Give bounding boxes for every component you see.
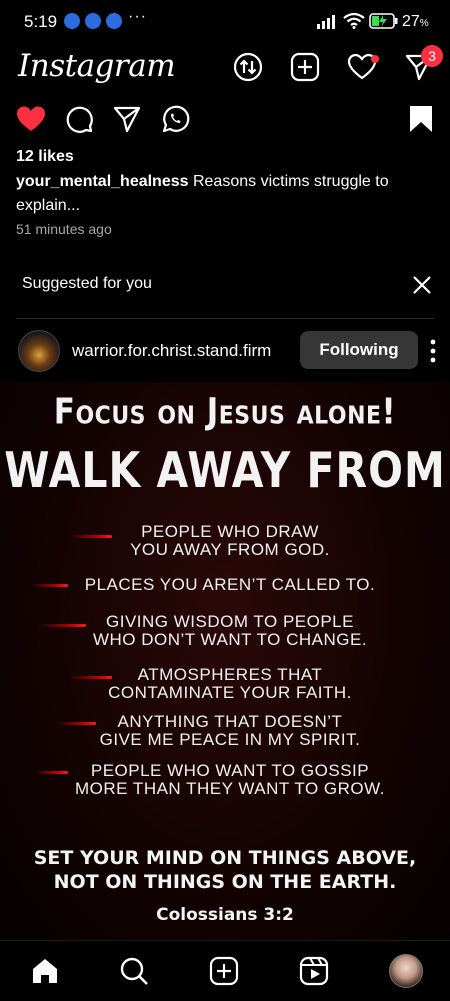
- list-item: ANYTHING THAT DOESN’T GIVE ME PEACE IN MY…: [30, 713, 430, 749]
- suggested-avatar[interactable]: [18, 330, 60, 372]
- image-headline: WALK AWAY FROM: [4, 441, 446, 499]
- following-button[interactable]: Following: [300, 331, 418, 369]
- list-item: GIVING WISDOM TO PEOPLE WHO DON’T WANT TO…: [30, 613, 430, 649]
- close-icon[interactable]: [410, 273, 434, 297]
- suggested-username[interactable]: warrior.for.christ.stand.firm: [72, 341, 271, 361]
- direct-badge: 3: [421, 45, 443, 67]
- battery-level: 27%: [402, 13, 429, 31]
- caption-username[interactable]: your_mental_healness: [16, 173, 189, 190]
- swap-icon[interactable]: [233, 52, 263, 82]
- instagram-logo[interactable]: Instagram: [18, 48, 176, 84]
- wifi-icon: [343, 12, 365, 29]
- activity-dot: [371, 55, 379, 63]
- list-item: PEOPLE WHO DRAW YOU AWAY FROM GOD.: [30, 523, 430, 559]
- status-notification-icons: [64, 13, 122, 29]
- verse-line: NOT ON THINGS ON THE EARTH.: [53, 871, 397, 893]
- new-post-icon[interactable]: [290, 52, 320, 82]
- status-bar: 5:19 ··· 27%: [0, 0, 450, 44]
- more-icon[interactable]: [427, 338, 439, 364]
- status-more-dots: ···: [128, 8, 147, 25]
- list-item-line: ANYTHING THAT DOESN’T: [117, 712, 343, 731]
- list-item-line: ATMOSPHERES THAT: [137, 665, 323, 684]
- bookmark-icon[interactable]: [406, 104, 436, 134]
- list-item-line: GIVING WISDOM TO PEOPLE: [106, 612, 354, 631]
- facebook-icon: [85, 13, 101, 29]
- verse-reference: Colossians 3:2: [156, 905, 294, 925]
- image-title: Focus on Jesus alone!: [53, 391, 397, 433]
- suggested-label: Suggested for you: [22, 275, 152, 292]
- battery-unit: %: [419, 18, 429, 29]
- reels-icon[interactable]: [299, 956, 329, 986]
- verse-text: SET YOUR MIND ON THINGS ABOVE, NOT ON THI…: [0, 846, 450, 894]
- list-item-line: WHO DON’T WANT TO CHANGE.: [92, 630, 368, 649]
- profile-avatar[interactable]: [389, 954, 423, 988]
- likes-count[interactable]: 12 likes: [16, 148, 74, 166]
- list-item-line: MORE THAN THEY WANT TO GROW.: [75, 779, 385, 798]
- search-icon[interactable]: [119, 956, 149, 986]
- comment-icon[interactable]: [64, 104, 94, 134]
- list-item-line: PLACES YOU AREN’T CALLED TO.: [84, 575, 376, 594]
- whatsapp-icon[interactable]: [160, 104, 190, 134]
- post-caption: your_mental_healness Reasons victims str…: [16, 170, 426, 218]
- post-timestamp: 51 minutes ago: [16, 221, 112, 237]
- messenger-icon: [64, 13, 80, 29]
- facebook-icon: [106, 13, 122, 29]
- list-item-line: YOU AWAY FROM GOD.: [130, 540, 330, 559]
- list-item-line: PEOPLE WHO WANT TO GOSSIP: [90, 761, 370, 780]
- battery-icon: [369, 13, 398, 29]
- status-time: 5:19: [24, 12, 58, 31]
- home-icon[interactable]: [30, 956, 60, 986]
- list-item-line: GIVE ME PEACE IN MY SPIRIT.: [99, 730, 361, 749]
- divider: [16, 318, 434, 319]
- list-item: ATMOSPHERES THAT CONTAMINATE YOUR FAITH.: [30, 666, 430, 702]
- like-heart-icon[interactable]: [16, 104, 46, 134]
- list-item-line: CONTAMINATE YOUR FAITH.: [108, 683, 352, 702]
- list-item: PLACES YOU AREN’T CALLED TO.: [30, 576, 430, 594]
- list-item: PEOPLE WHO WANT TO GOSSIP MORE THAN THEY …: [30, 762, 430, 798]
- share-icon[interactable]: [112, 104, 142, 134]
- create-icon[interactable]: [209, 956, 239, 986]
- list-item-line: PEOPLE WHO DRAW: [141, 522, 319, 541]
- signal-icon: [317, 15, 335, 29]
- battery-percent: 27: [402, 13, 420, 30]
- post-image[interactable]: Focus on Jesus alone! WALK AWAY FROM PEO…: [0, 382, 450, 940]
- verse-line: SET YOUR MIND ON THINGS ABOVE,: [33, 847, 417, 869]
